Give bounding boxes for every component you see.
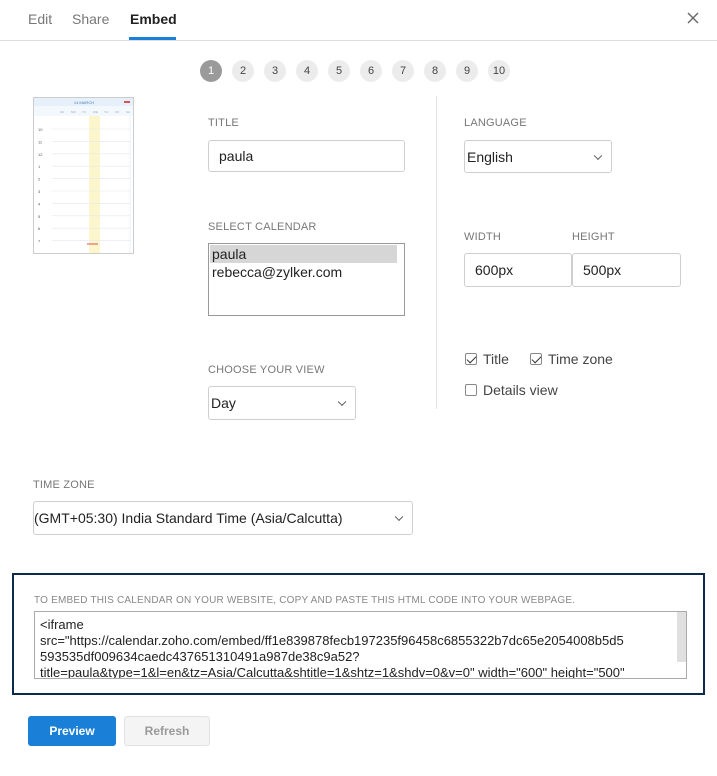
height-label: HEIGHT [572, 231, 615, 243]
thumb-day-label: TH [104, 110, 108, 114]
title-input-value: paula [219, 148, 254, 164]
title-input[interactable]: paula [208, 140, 405, 172]
thumb-hour-label: 12 [38, 152, 43, 157]
language-select[interactable]: English [464, 140, 612, 173]
column-divider [436, 96, 437, 409]
step-10[interactable]: 10 [488, 60, 510, 82]
calendar-option-rebecca[interactable]: rebecca@zylker.com [210, 263, 397, 281]
embed-code-text: <iframe src="https://calendar.zoho.com/e… [40, 617, 676, 679]
chevron-down-icon [337, 397, 347, 407]
thumb-hour-label: 6 [38, 226, 41, 231]
height-input[interactable]: 500px [572, 253, 681, 287]
width-label: WIDTH [464, 231, 502, 243]
calendar-preview-graphic: 14 MARCH SU MO TU WE TH FR SA 1011121234567 [34, 98, 133, 253]
language-label: LANGUAGE [464, 117, 527, 129]
height-input-value: 500px [583, 262, 622, 278]
thumb-hour-label: 7 [38, 239, 41, 244]
thumb-day-label: WE [93, 110, 98, 114]
embed-code-line: <iframe [40, 617, 84, 632]
refresh-button[interactable]: Refresh [124, 716, 210, 746]
width-input[interactable]: 600px [464, 253, 572, 287]
preview-button[interactable]: Preview [28, 716, 116, 746]
thumb-hour-label: 11 [38, 139, 43, 144]
embed-code-textarea[interactable]: <iframe src="https://calendar.zoho.com/e… [34, 611, 687, 679]
step-5[interactable]: 5 [328, 60, 350, 82]
embed-code-panel: TO EMBED THIS CALENDAR ON YOUR WEBSITE, … [12, 573, 705, 695]
close-icon[interactable] [685, 10, 701, 26]
tab-share[interactable]: Share [72, 11, 109, 27]
details-view-checkbox-label: Details view [483, 382, 558, 398]
step-1[interactable]: 1 [200, 60, 222, 82]
step-4[interactable]: 4 [296, 60, 318, 82]
thumb-hour-label: 10 [38, 127, 43, 132]
view-select[interactable]: Day [208, 386, 356, 420]
thumb-day-label: SA [126, 110, 130, 114]
step-8[interactable]: 8 [424, 60, 446, 82]
title-checkbox[interactable] [465, 353, 477, 365]
thumb-hour-label: 3 [38, 189, 41, 194]
embed-code-line: title=paula&type=1&l=en&tz=Asia/Calcutta… [40, 665, 625, 679]
language-select-value: English [467, 148, 513, 165]
step-7[interactable]: 7 [392, 60, 414, 82]
title-checkbox-label: Title [483, 351, 509, 367]
thumb-hour-label: 5 [38, 214, 41, 219]
calendar-listbox[interactable]: paula rebecca@zylker.com [208, 243, 405, 316]
view-select-value: Day [211, 395, 236, 411]
thumb-hour-label: 4 [38, 201, 41, 206]
time-zone-label: TIME ZONE [33, 479, 95, 491]
choose-view-label: CHOOSE YOUR VIEW [208, 364, 325, 376]
tab-edit[interactable]: Edit [28, 11, 52, 27]
active-tab-indicator [129, 37, 176, 40]
chevron-down-icon [593, 151, 603, 160]
thumb-day-label: TU [82, 110, 86, 114]
thumb-hour-label: 1 [38, 164, 41, 169]
width-input-value: 600px [475, 262, 514, 278]
step-2[interactable]: 2 [232, 60, 254, 82]
details-view-checkbox[interactable] [465, 384, 477, 396]
calendar-option-paula[interactable]: paula [210, 245, 397, 263]
tab-bar: Edit Share Embed [0, 0, 717, 41]
embed-instructions: TO EMBED THIS CALENDAR ON YOUR WEBSITE, … [34, 595, 576, 606]
step-9[interactable]: 9 [456, 60, 478, 82]
step-6[interactable]: 6 [360, 60, 382, 82]
textarea-scrollbar[interactable] [677, 612, 686, 662]
thumb-hour-label: 2 [38, 177, 41, 182]
calendar-preview-thumbnail: 14 MARCH SU MO TU WE TH FR SA 10 11 12 1 2 3 4 5 6 7 [33, 97, 134, 254]
tab-embed[interactable]: Embed [130, 11, 177, 27]
chevron-down-icon [394, 512, 404, 522]
embed-code-line: 593535df009634caedc437651310491a987de38c… [40, 649, 360, 664]
thumb-day-label: SU [60, 110, 64, 114]
time-zone-select-value: (GMT+05:30) India Standard Time (Asia/Ca… [34, 510, 343, 526]
step-3[interactable]: 3 [264, 60, 286, 82]
title-label: TITLE [208, 117, 239, 129]
select-calendar-label: SELECT CALENDAR [208, 221, 317, 233]
time-zone-checkbox-label: Time zone [548, 351, 613, 367]
time-zone-checkbox[interactable] [530, 353, 542, 365]
time-zone-select[interactable]: (GMT+05:30) India Standard Time (Asia/Ca… [33, 501, 413, 535]
embed-code-line: src="https://calendar.zoho.com/embed/ff1… [40, 633, 624, 648]
thumb-day-label: MO [71, 110, 76, 114]
thumb-header-text: 14 MARCH [74, 100, 94, 105]
